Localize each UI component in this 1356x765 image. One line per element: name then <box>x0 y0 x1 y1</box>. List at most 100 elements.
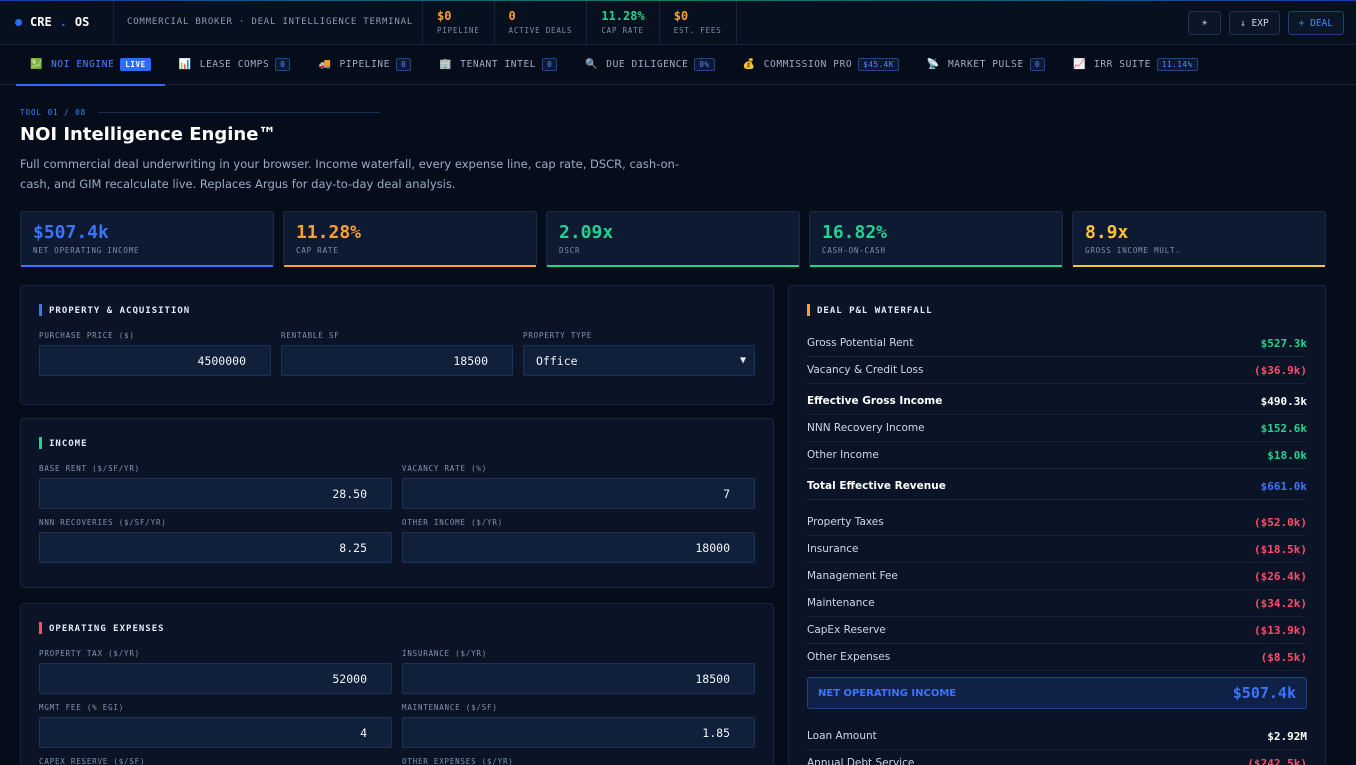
kpi-card-gross-income-mult-: 8.9x GROSS INCOME MULT. <box>1072 211 1326 267</box>
tab-pipeline[interactable]: 🚚 PIPELINE 0 <box>304 45 425 85</box>
waterfall-row-name: Annual Debt Service <box>807 757 915 765</box>
tab-icon: 💹 <box>30 59 44 70</box>
waterfall-row-amount: $490.3k <box>1260 394 1307 408</box>
waterfall-row-name: Other Income <box>807 449 879 461</box>
kpi-accent-bar <box>547 265 799 267</box>
kpi-label: CASH-ON-CASH <box>822 246 886 255</box>
property-panel-title: PROPERTY & ACQUISITION <box>39 304 190 316</box>
base-rent-input[interactable]: 28.50 <box>39 478 392 509</box>
tool-number: TOOL 01 / 08 <box>20 108 380 117</box>
rentable-sf-input[interactable]: 18500 <box>281 345 513 376</box>
top-stat-value: 11.28% <box>601 9 645 23</box>
waterfall-row-name: Property Taxes <box>807 516 884 528</box>
other-income-label: OTHER INCOME ($/YR) <box>402 518 503 527</box>
new-deal-button[interactable]: + DEAL <box>1287 11 1344 35</box>
top-stat-value: $0 <box>673 9 689 23</box>
mgmt-fee-input[interactable]: 4 <box>39 717 392 748</box>
brand-separator: . <box>59 15 67 29</box>
mgmt-fee-field: MGMT FEE (% EGI) 4 <box>39 703 392 748</box>
top-stat-active-deals: 0 ACTIVE DEALS <box>495 0 588 44</box>
waterfall-row-name: Maintenance <box>807 597 875 609</box>
tab-due-diligence[interactable]: 🔍 DUE DILIGENCE 0% <box>571 45 728 85</box>
rentable-sf-label: RENTABLE SF <box>281 331 340 340</box>
kpi-label: DSCR <box>559 246 581 255</box>
tab-lease-comps[interactable]: 📊 LEASE COMPS 0 <box>165 45 305 85</box>
other-income-field: OTHER INCOME ($/YR) 18000 <box>402 518 755 563</box>
tab-icon: 🚚 <box>318 59 332 70</box>
tab-badge: 0% <box>694 58 715 71</box>
tab-tenant-intel[interactable]: 🏢 TENANT INTEL 0 <box>425 45 571 85</box>
waterfall-debt-row: Loan Amount $2.92M <box>807 723 1307 750</box>
brand-logo[interactable]: CRE . OS <box>0 0 114 44</box>
kpi-card-cap-rate: 11.28% CAP RATE <box>283 211 537 267</box>
waterfall-row: Effective Gross Income $490.3k <box>807 388 1307 415</box>
tab-label: COMMISSION PRO <box>763 59 853 70</box>
tab-icon: 🔍 <box>585 59 599 70</box>
tab-noi-engine[interactable]: 💹 NOI ENGINE LIVE <box>16 45 165 86</box>
noi-total-row: NET OPERATING INCOME $507.4k <box>807 677 1307 709</box>
base-rent-label: BASE RENT ($/SF/YR) <box>39 464 140 473</box>
capex-reserve-label: CAPEX RESERVE ($/SF) <box>39 757 146 765</box>
tab-label: NOI ENGINE <box>51 59 115 70</box>
tab-icon: 💰 <box>742 59 756 70</box>
waterfall-row: CapEx Reserve ($13.9k) <box>807 617 1307 644</box>
noi-total-amount: $507.4k <box>1232 684 1296 702</box>
top-stat-value: 0 <box>508 9 516 23</box>
waterfall-panel-title: DEAL P&L WATERFALL <box>807 304 933 316</box>
export-button[interactable]: ↓ EXP <box>1229 11 1280 35</box>
waterfall-row-name: Other Expenses <box>807 651 891 663</box>
tab-badge: 0 <box>396 58 412 71</box>
waterfall-row-amount: ($52.0k) <box>1254 515 1307 529</box>
waterfall-row-amount: $661.0k <box>1260 479 1307 493</box>
kpi-label: GROSS INCOME MULT. <box>1085 246 1181 255</box>
nnn-recoveries-input[interactable]: 8.25 <box>39 532 392 563</box>
tab-label: LEASE COMPS <box>199 59 270 70</box>
top-bar: CRE . OS COMMERCIAL BROKER · DEAL INTELL… <box>0 0 1356 45</box>
vacancy-rate-input[interactable]: 7 <box>402 478 755 509</box>
tab-icon: 📡 <box>926 59 940 70</box>
page-description: Full commercial deal underwriting in you… <box>20 157 679 191</box>
waterfall-row: Property Taxes ($52.0k) <box>807 509 1307 536</box>
other-expenses-field: OTHER EXPENSES ($/YR) <box>402 757 755 765</box>
waterfall-row: Vacancy & Credit Loss ($36.9k) <box>807 357 1307 384</box>
tab-icon: 📈 <box>1072 59 1087 70</box>
waterfall-row-amount: ($26.4k) <box>1254 569 1307 583</box>
waterfall-row-name: NNN Recovery Income <box>807 422 925 434</box>
maintenance-input[interactable]: 1.85 <box>402 717 755 748</box>
insurance-input[interactable]: 18500 <box>402 663 755 694</box>
kpi-value: $507.4k <box>33 222 109 243</box>
kpi-value: 16.82% <box>822 222 888 243</box>
kpi-accent-bar <box>21 265 273 267</box>
maintenance-label: MAINTENANCE ($/SF) <box>402 703 498 712</box>
tagline: COMMERCIAL BROKER · DEAL INTELLIGENCE TE… <box>114 0 423 44</box>
property-tax-field: PROPERTY TAX ($/YR) 52000 <box>39 649 392 694</box>
capex-reserve-field: CAPEX RESERVE ($/SF) <box>39 757 392 765</box>
theme-toggle-button[interactable]: ☀ <box>1188 11 1222 35</box>
waterfall-row-amount: $152.6k <box>1260 421 1307 435</box>
purchase-price-input[interactable]: 4500000 <box>39 345 271 376</box>
insurance-label: INSURANCE ($/YR) <box>402 649 488 658</box>
top-stat-label: CAP RATE <box>601 26 644 35</box>
tab-irr-suite[interactable]: 📈 IRR SUITE 11.14% <box>1059 45 1212 85</box>
tab-label: MARKET PULSE <box>947 59 1024 70</box>
kpi-accent-bar <box>810 265 1062 267</box>
nnn-recoveries-field: NNN RECOVERIES ($/SF/YR) 8.25 <box>39 518 392 563</box>
waterfall-row-name: CapEx Reserve <box>807 624 886 636</box>
waterfall-row-amount: ($13.9k) <box>1254 623 1307 637</box>
tab-icon: 📊 <box>178 59 192 70</box>
tab-commission-pro[interactable]: 💰 COMMISSION PRO $45.4K <box>729 45 913 85</box>
sun-icon: ☀ <box>1201 17 1208 29</box>
waterfall-row-name: Effective Gross Income <box>807 395 943 407</box>
waterfall-debt-row: Annual Debt Service ($242.5k) <box>807 750 1307 765</box>
property-type-select[interactable]: Office ▼ <box>523 345 755 376</box>
property-tax-input[interactable]: 52000 <box>39 663 392 694</box>
property-tax-label: PROPERTY TAX ($/YR) <box>39 649 140 658</box>
waterfall-row-name: Gross Potential Rent <box>807 337 914 349</box>
noi-total-label: NET OPERATING INCOME <box>818 687 957 699</box>
page-title: NOI Intelligence Engine™ <box>20 124 277 145</box>
waterfall-row-name: Loan Amount <box>807 730 877 742</box>
tab-badge: 0 <box>542 58 558 71</box>
other-income-input[interactable]: 18000 <box>402 532 755 563</box>
waterfall-row-amount: $2.92M <box>1267 729 1307 743</box>
tab-market-pulse[interactable]: 📡 MARKET PULSE 0 <box>913 45 1059 85</box>
